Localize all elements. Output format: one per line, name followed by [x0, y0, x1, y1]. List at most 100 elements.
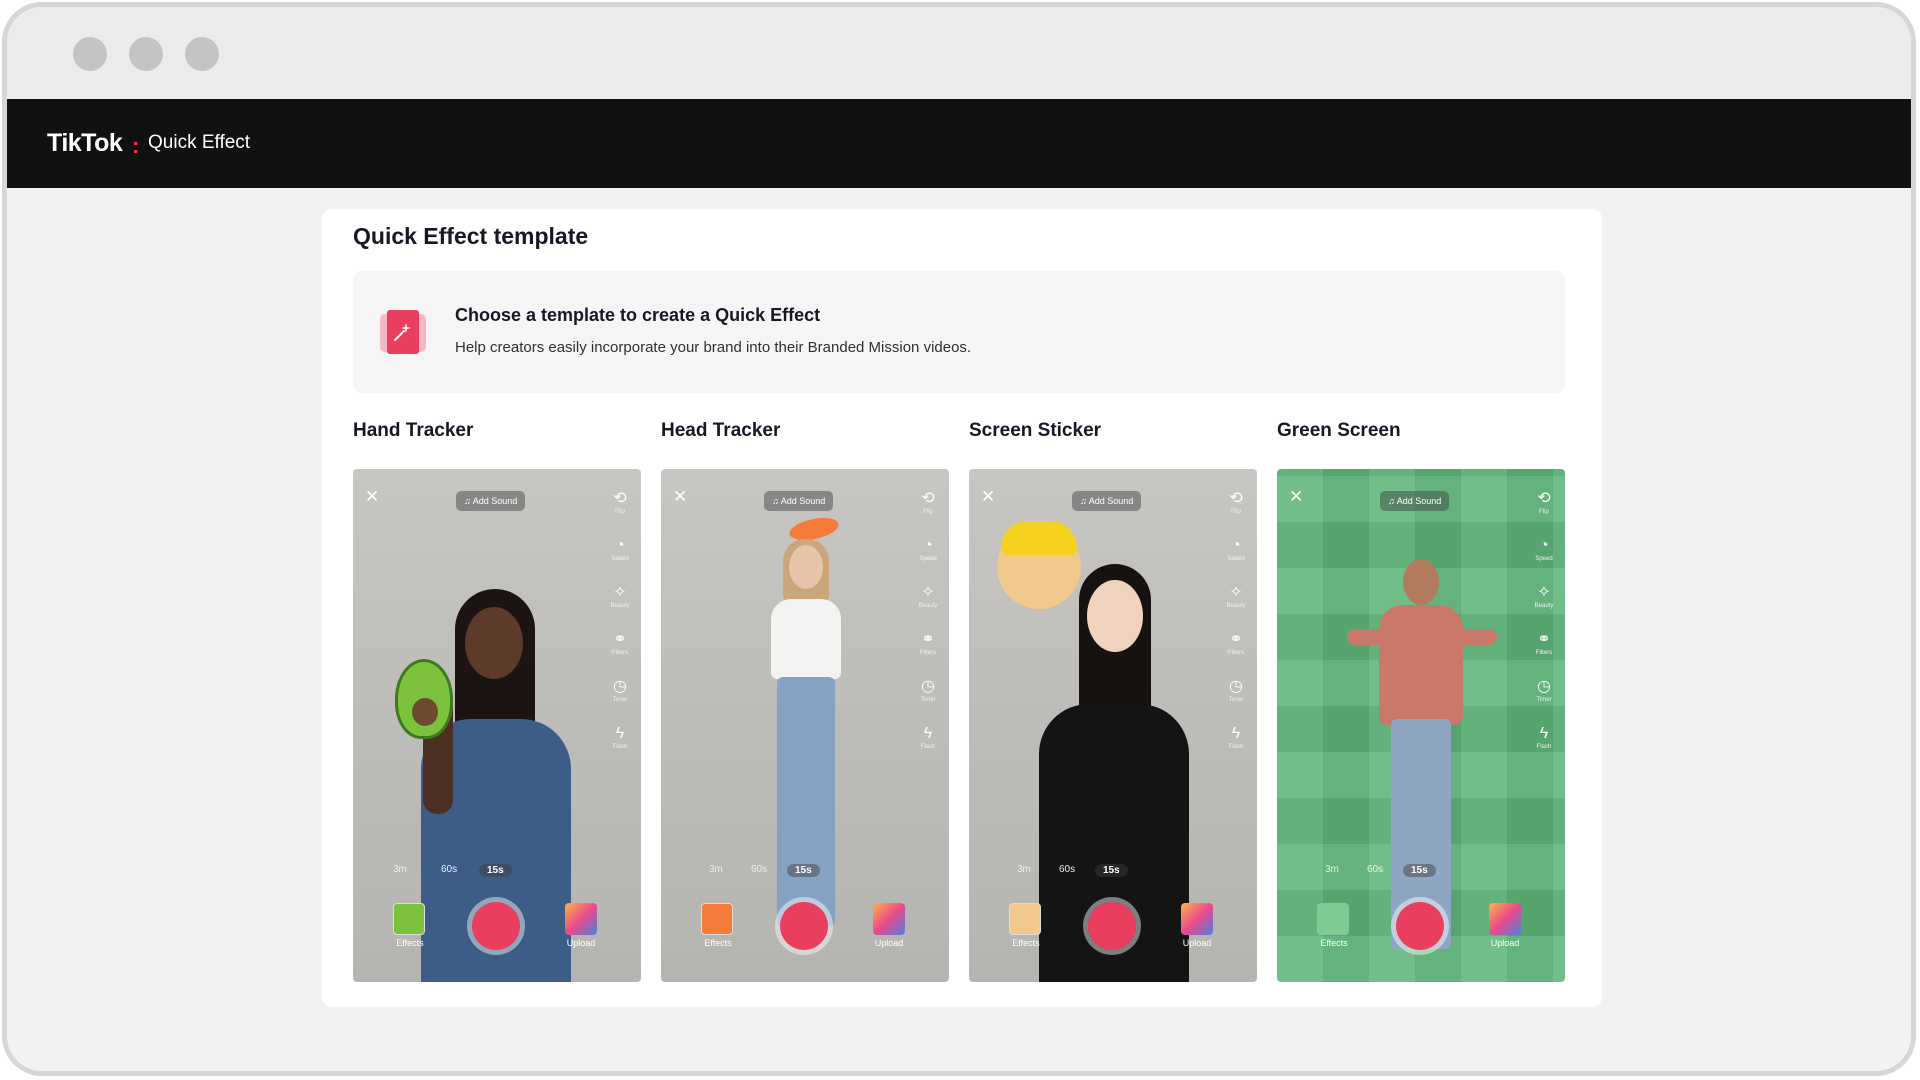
duration-15s[interactable]: 15s [1403, 864, 1436, 877]
template-preview-green-screen[interactable]: ✕ ♫ Add Sound ⟲ Flip ◔ Speed ✧ Beauty ⚭ Filt… [1277, 469, 1565, 982]
duration-15s[interactable]: 15s [787, 864, 820, 877]
flip-tool[interactable]: ⟲ Flip [1223, 489, 1249, 536]
template-label-screen-sticker: Screen Sticker [969, 420, 1102, 441]
beauty-icon: ✧ [1229, 584, 1243, 601]
flip-tool[interactable]: ⟲ Flip [1531, 489, 1557, 536]
flash-icon: ϟ [1539, 725, 1549, 742]
timer-icon: ◷ [921, 678, 935, 695]
effects-label: Effects [1012, 938, 1040, 948]
speed-tool[interactable]: ◔ Speed [607, 536, 633, 583]
add-sound-button[interactable]: ♫ Add Sound [1072, 491, 1142, 511]
record-button[interactable] [467, 897, 525, 955]
upload-thumbnail[interactable] [1489, 903, 1521, 935]
beauty-icon: ✧ [921, 584, 935, 601]
filters-tool[interactable]: ⚭ Filters [915, 630, 941, 677]
template-label-green-screen: Green Screen [1277, 420, 1401, 441]
close-icon[interactable]: ✕ [981, 487, 995, 507]
flash-tool[interactable]: ϟ Flash [1531, 724, 1557, 771]
duration-60s[interactable]: 60s [1367, 864, 1383, 875]
add-sound-button[interactable]: ♫ Add Sound [764, 491, 834, 511]
flash-tool[interactable]: ϟ Flash [915, 724, 941, 771]
duration-15s[interactable]: 15s [479, 864, 512, 877]
beauty-tool[interactable]: ✧ Beauty [915, 583, 941, 630]
upload-thumbnail[interactable] [565, 903, 597, 935]
filters-icon: ⚭ [613, 631, 627, 648]
duration-3m[interactable]: 3m [709, 864, 723, 875]
template-label-hand-tracker: Hand Tracker [353, 420, 474, 441]
template-label-head-tracker: Head Tracker [661, 420, 781, 441]
flash-icon: ϟ [923, 725, 933, 742]
beauty-tool[interactable]: ✧ Beauty [1223, 583, 1249, 630]
speed-tool[interactable]: ◔ Speed [1223, 536, 1249, 583]
beauty-icon: ✧ [613, 584, 627, 601]
effects-thumbnail[interactable] [1009, 903, 1041, 935]
add-sound-button[interactable]: ♫ Add Sound [1380, 491, 1450, 511]
speed-tool[interactable]: ◔ Speed [915, 536, 941, 583]
duration-3m[interactable]: 3m [1325, 864, 1339, 875]
flip-icon: ⟲ [921, 490, 935, 507]
add-sound-button[interactable]: ♫ Add Sound [456, 491, 526, 511]
effects-thumbnail[interactable] [1317, 903, 1349, 935]
close-icon[interactable]: ✕ [673, 487, 687, 507]
window-close-dot[interactable] [73, 37, 107, 71]
upload-thumbnail[interactable] [873, 903, 905, 935]
app-header: TikTok : Quick Effect [7, 99, 1911, 188]
flash-tool[interactable]: ϟ Flash [607, 724, 633, 771]
duration-60s[interactable]: 60s [751, 864, 767, 875]
tiktok-logo[interactable]: TikTok [47, 129, 123, 158]
window-maximize-dot[interactable] [185, 37, 219, 71]
template-preview-screen-sticker[interactable]: ✕ ♫ Add Sound ⟲ Flip ◔ Speed ✧ Beauty ⚭ Filt… [969, 469, 1257, 982]
timer-icon: ◷ [1229, 678, 1243, 695]
upload-label: Upload [1490, 938, 1520, 948]
duration-3m[interactable]: 3m [1017, 864, 1031, 875]
camera-side-tools: ⟲ Flip ◔ Speed ✧ Beauty ⚭ Filters ◷ Timer ϟ Fl… [1531, 489, 1557, 771]
effects-thumbnail[interactable] [393, 903, 425, 935]
close-icon[interactable]: ✕ [1289, 487, 1303, 507]
info-description: Help creators easily incorporate your br… [455, 339, 972, 356]
duration-60s[interactable]: 60s [441, 864, 457, 875]
flip-icon: ⟲ [613, 490, 627, 507]
flash-icon: ϟ [1231, 725, 1241, 742]
flip-icon: ⟲ [1537, 490, 1551, 507]
template-preview-head-tracker[interactable]: ✕ ♫ Add Sound ⟲ Flip ◔ Speed ✧ Beauty ⚭ Filt… [661, 469, 949, 982]
beauty-icon: ✧ [1537, 584, 1551, 601]
timer-tool[interactable]: ◷ Timer [915, 677, 941, 724]
filters-tool[interactable]: ⚭ Filters [1531, 630, 1557, 677]
filters-icon: ⚭ [1229, 631, 1243, 648]
template-preview-hand-tracker[interactable]: ✕ ♫ Add Sound ⟲ Flip ◔ Speed ✧ Beauty ⚭ Filt… [353, 469, 641, 982]
beauty-tool[interactable]: ✧ Beauty [607, 583, 633, 630]
close-icon[interactable]: ✕ [365, 487, 379, 507]
flip-tool[interactable]: ⟲ Flip [607, 489, 633, 536]
info-title: Choose a template to create a Quick Effe… [455, 305, 821, 325]
flip-tool[interactable]: ⟲ Flip [915, 489, 941, 536]
upload-label: Upload [566, 938, 596, 948]
duration-3m[interactable]: 3m [393, 864, 407, 875]
effects-label: Effects [396, 938, 424, 948]
speed-icon: ◔ [1539, 537, 1549, 554]
browser-window: TikTok : Quick Effect Quick Effect templ… [2, 2, 1916, 1076]
upload-label: Upload [1182, 938, 1212, 948]
flash-tool[interactable]: ϟ Flash [1223, 724, 1249, 771]
record-button[interactable] [1083, 897, 1141, 955]
timer-icon: ◷ [1537, 678, 1551, 695]
duration-60s[interactable]: 60s [1059, 864, 1075, 875]
speed-icon: ◔ [1231, 537, 1241, 554]
camera-side-tools: ⟲ Flip ◔ Speed ✧ Beauty ⚭ Filters ◷ Timer ϟ Fl… [915, 489, 941, 771]
timer-tool[interactable]: ◷ Timer [1223, 677, 1249, 724]
duration-15s[interactable]: 15s [1095, 864, 1128, 877]
camera-side-tools: ⟲ Flip ◔ Speed ✧ Beauty ⚭ Filters ◷ Timer ϟ Fl… [607, 489, 633, 771]
beauty-tool[interactable]: ✧ Beauty [1531, 583, 1557, 630]
template-card: Quick Effect template Choose a template … [322, 209, 1602, 1007]
speed-tool[interactable]: ◔ Speed [1531, 536, 1557, 583]
record-button[interactable] [1391, 897, 1449, 955]
upload-thumbnail[interactable] [1181, 903, 1213, 935]
window-minimize-dot[interactable] [129, 37, 163, 71]
timer-tool[interactable]: ◷ Timer [1531, 677, 1557, 724]
filters-tool[interactable]: ⚭ Filters [607, 630, 633, 677]
filters-tool[interactable]: ⚭ Filters [1223, 630, 1249, 677]
record-button[interactable] [775, 897, 833, 955]
duration-selector: 3m 60s 15s [1277, 861, 1565, 883]
timer-tool[interactable]: ◷ Timer [607, 677, 633, 724]
effects-thumbnail[interactable] [701, 903, 733, 935]
flip-icon: ⟲ [1229, 490, 1243, 507]
